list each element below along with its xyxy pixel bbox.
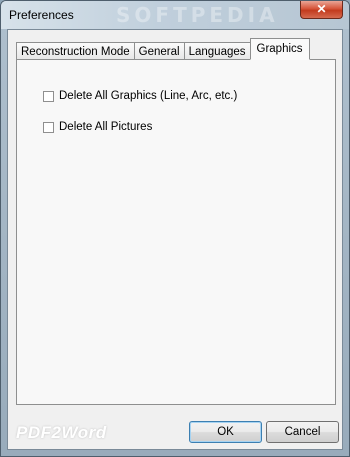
delete-all-graphics-label: Delete All Graphics (Line, Arc, etc.) — [59, 90, 238, 102]
delete-all-graphics-option[interactable]: Delete All Graphics (Line, Arc, etc.) — [43, 90, 237, 102]
delete-all-pictures-checkbox[interactable] — [43, 121, 54, 133]
title-bar[interactable]: Preferences SOFTPEDIA ✕ — [1, 1, 349, 29]
tab-graphics[interactable]: Graphics — [249, 38, 310, 60]
cancel-button[interactable]: Cancel — [266, 421, 339, 443]
tab-strip: Reconstruction Mode General Languages Gr… — [16, 38, 310, 60]
dialog-client-area: Reconstruction Mode General Languages Gr… — [7, 29, 343, 450]
ok-button[interactable]: OK — [189, 421, 262, 443]
pdf2word-logo: PDF2Word — [16, 423, 107, 442]
tab-languages[interactable]: Languages — [183, 42, 251, 60]
tab-reconstruction-mode[interactable]: Reconstruction Mode — [16, 42, 135, 60]
close-button[interactable]: ✕ — [300, 1, 343, 19]
preferences-window: Preferences SOFTPEDIA ✕ Reconstruction M… — [0, 0, 350, 457]
watermark: SOFTPEDIA — [116, 3, 279, 27]
window-title: Preferences — [9, 8, 74, 22]
delete-all-pictures-label: Delete All Pictures — [59, 121, 153, 133]
delete-all-pictures-option[interactable]: Delete All Pictures — [43, 121, 152, 133]
delete-all-graphics-checkbox[interactable] — [43, 90, 54, 102]
tab-general[interactable]: General — [133, 42, 185, 60]
graphics-tab-panel: Delete All Graphics (Line, Arc, etc.) De… — [16, 59, 336, 405]
